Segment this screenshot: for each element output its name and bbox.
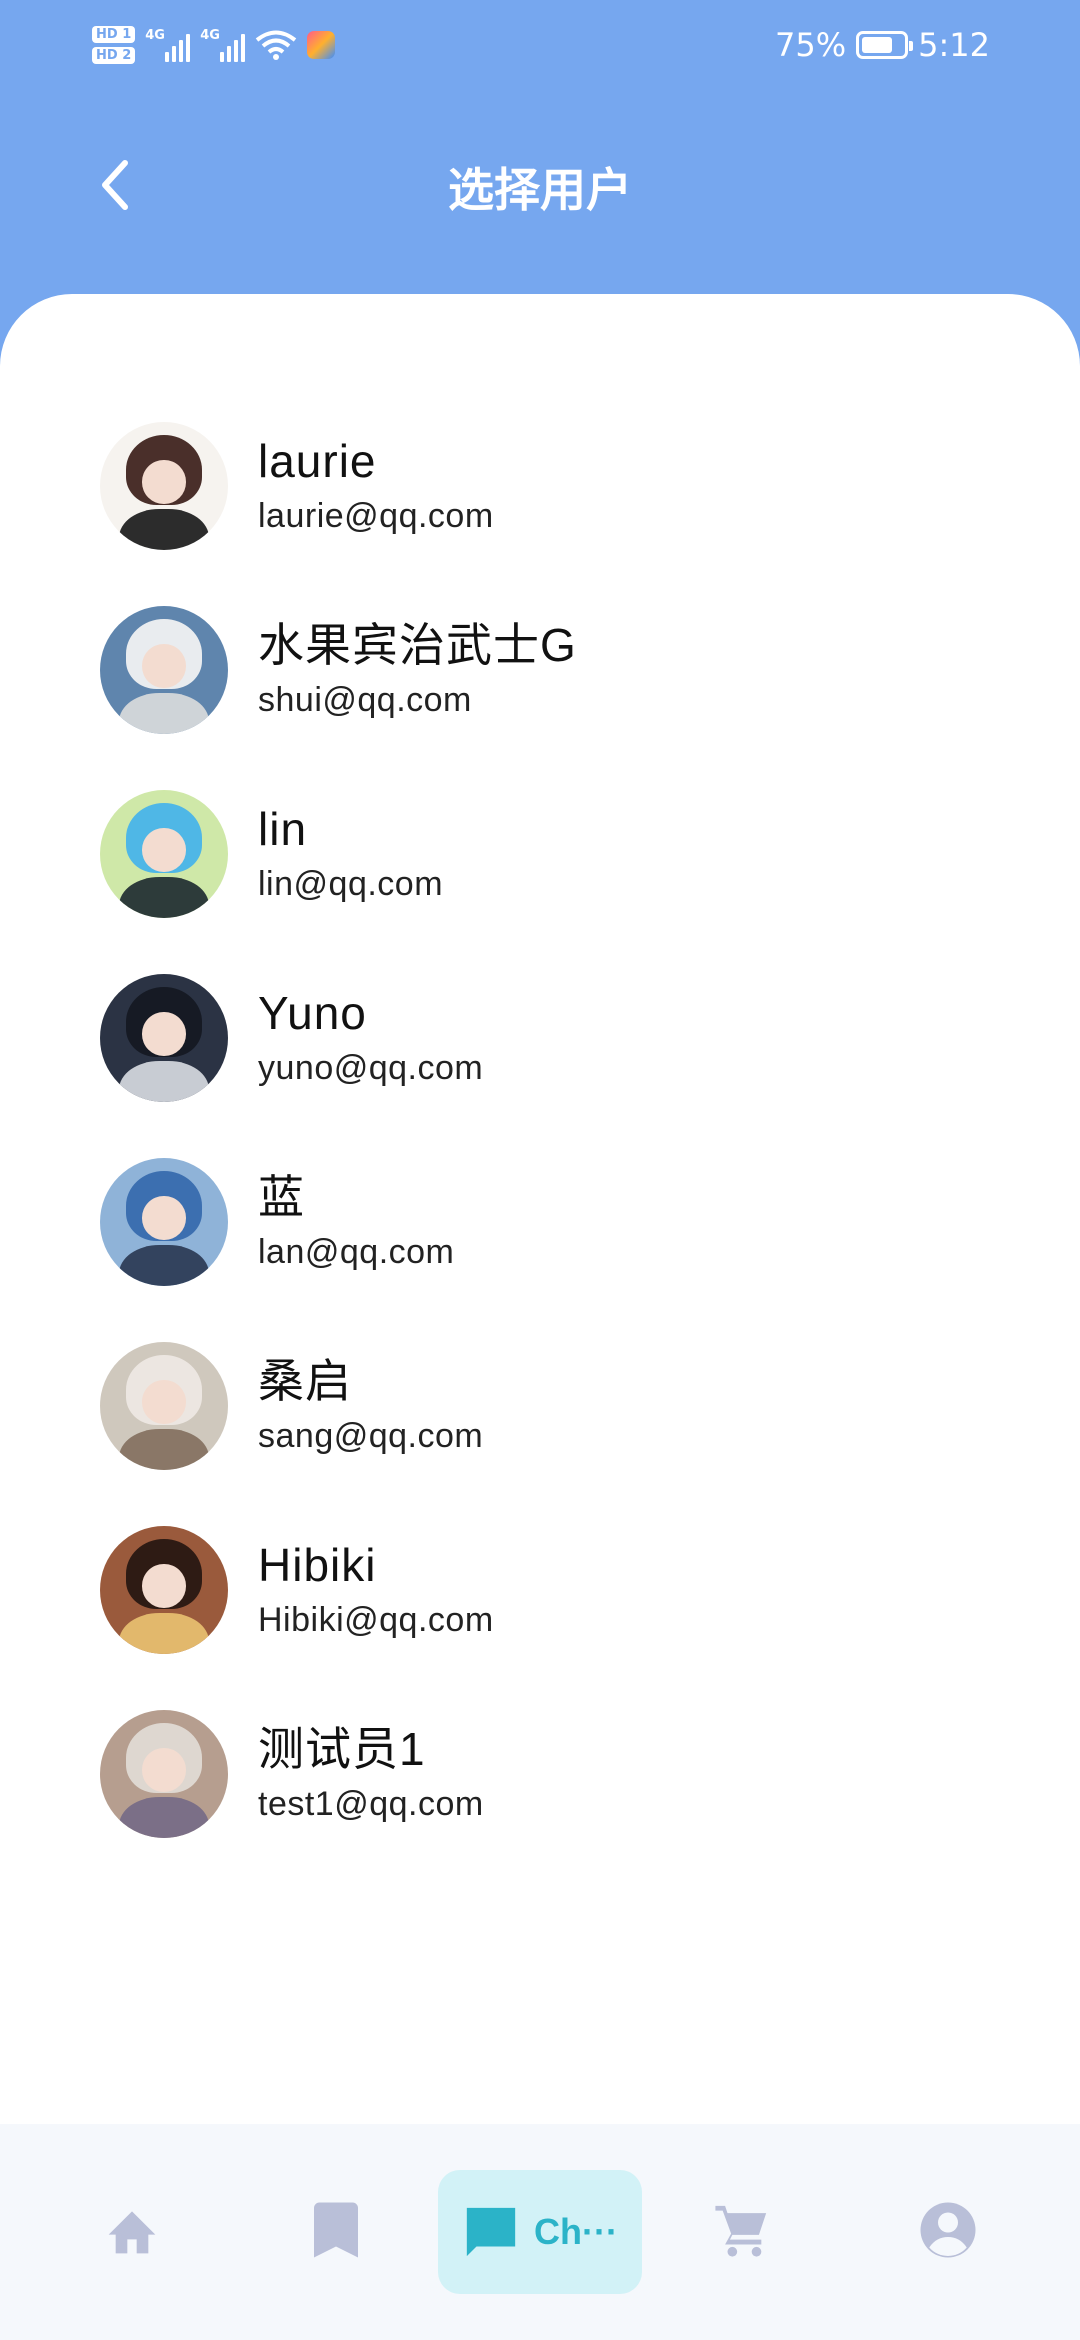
user-row[interactable]: 桑启 sang@qq.com xyxy=(0,1314,1080,1498)
user-email: lan@qq.com xyxy=(258,1233,455,1271)
avatar xyxy=(100,422,228,550)
user-row[interactable]: 蓝 lan@qq.com xyxy=(0,1130,1080,1314)
nav-bookmark[interactable] xyxy=(276,2170,396,2290)
avatar xyxy=(100,606,228,734)
battery-percent: 75% xyxy=(775,26,847,64)
user-name: Yuno xyxy=(258,987,367,1039)
signal-2-icon: 4G xyxy=(200,28,246,62)
user-name: Hibiki xyxy=(258,1539,377,1591)
nav-chat[interactable]: Ch··· xyxy=(438,2170,642,2294)
signal-1-icon: 4G xyxy=(145,28,191,62)
user-name: 测试员1 xyxy=(258,1723,426,1775)
avatar xyxy=(100,1158,228,1286)
user-email: shui@qq.com xyxy=(258,681,472,719)
nav-home[interactable] xyxy=(72,2170,192,2290)
user-row[interactable]: laurie laurie@qq.com xyxy=(0,394,1080,578)
home-icon xyxy=(108,2211,156,2254)
nav-cart[interactable] xyxy=(682,2170,802,2290)
chat-icon xyxy=(466,2207,516,2257)
user-row[interactable]: lin lin@qq.com xyxy=(0,762,1080,946)
avatar xyxy=(100,974,228,1102)
user-list: laurie laurie@qq.com 水果宾治武士G shui@qq.com… xyxy=(0,394,1080,1866)
avatar xyxy=(100,1526,228,1654)
user-email: laurie@qq.com xyxy=(258,497,494,535)
wifi-icon xyxy=(256,30,297,60)
user-name: laurie xyxy=(258,435,377,487)
user-row[interactable]: 测试员1 test1@qq.com xyxy=(0,1682,1080,1866)
hd2-badge: HD 2 xyxy=(92,47,136,64)
avatar xyxy=(100,790,228,918)
top-app-bar: 选择用户 xyxy=(0,120,1080,250)
clock: 5:12 xyxy=(918,26,990,64)
status-left: HD 1 HD 2 4G 4G xyxy=(92,26,336,64)
user-email: Hibiki@qq.com xyxy=(258,1601,494,1639)
page-title: 选择用户 xyxy=(448,164,632,216)
user-name: 蓝 xyxy=(258,1171,305,1223)
nav-chat-label: Ch··· xyxy=(534,2211,618,2252)
hd-indicators: HD 1 HD 2 xyxy=(92,26,136,64)
user-name: 桑启 xyxy=(258,1355,352,1407)
content-sheet: laurie laurie@qq.com 水果宾治武士G shui@qq.com… xyxy=(0,294,1080,2124)
nav-account[interactable] xyxy=(888,2170,1008,2290)
user-email: yuno@qq.com xyxy=(258,1049,484,1087)
user-row[interactable]: Yuno yuno@qq.com xyxy=(0,946,1080,1130)
user-email: sang@qq.com xyxy=(258,1417,484,1455)
status-right: 75% 5:12 xyxy=(775,26,990,64)
app-notification-icon xyxy=(307,31,336,59)
battery-icon xyxy=(856,31,914,59)
user-email: test1@qq.com xyxy=(258,1785,484,1823)
avatar xyxy=(100,1342,228,1470)
user-row[interactable]: 水果宾治武士G shui@qq.com xyxy=(0,578,1080,762)
account-icon xyxy=(920,2202,976,2258)
user-name: lin xyxy=(258,803,308,855)
avatar xyxy=(100,1710,228,1838)
bookmark-icon xyxy=(314,2202,358,2258)
cart-icon xyxy=(715,2205,767,2257)
bottom-navigation: Ch··· xyxy=(0,2124,1080,2340)
user-row[interactable]: Hibiki Hibiki@qq.com xyxy=(0,1498,1080,1682)
hd1-badge: HD 1 xyxy=(92,26,136,43)
status-bar: HD 1 HD 2 4G 4G 75% 5:12 xyxy=(0,0,1080,90)
user-email: lin@qq.com xyxy=(258,865,444,903)
user-name: 水果宾治武士G xyxy=(258,619,577,671)
